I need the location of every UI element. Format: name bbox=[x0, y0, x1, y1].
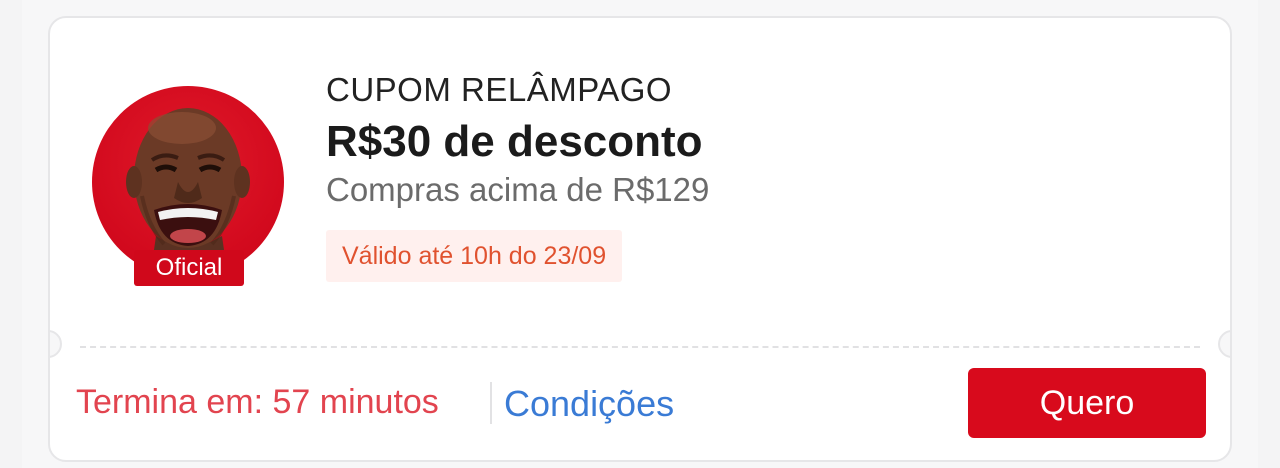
ticket-notch-right bbox=[1218, 330, 1230, 358]
brand-badge: Oficial bbox=[92, 86, 286, 288]
footer-separator bbox=[490, 382, 492, 424]
ticket-notch-left bbox=[50, 330, 62, 358]
coupon-type-label: CUPOM RELÂMPAGO bbox=[326, 71, 673, 108]
countdown-timer: Termina em: 57 minutos bbox=[76, 383, 439, 421]
coupon-title: R$30 de desconto bbox=[326, 117, 703, 166]
coupon-card: Oficial CUPOM RELÂMPAGO R$30 de desconto… bbox=[48, 16, 1232, 462]
coupon-condition: Compras acima de R$129 bbox=[326, 171, 710, 208]
claim-coupon-button[interactable]: Quero bbox=[968, 368, 1206, 438]
validity-badge: Válido até 10h do 23/09 bbox=[326, 230, 623, 282]
ticket-divider bbox=[80, 346, 1200, 348]
official-badge-label: Oficial bbox=[134, 250, 244, 286]
coupon-info: CUPOM RELÂMPAGO R$30 de desconto Compras… bbox=[326, 70, 709, 282]
conditions-link[interactable]: Condições bbox=[504, 384, 674, 424]
